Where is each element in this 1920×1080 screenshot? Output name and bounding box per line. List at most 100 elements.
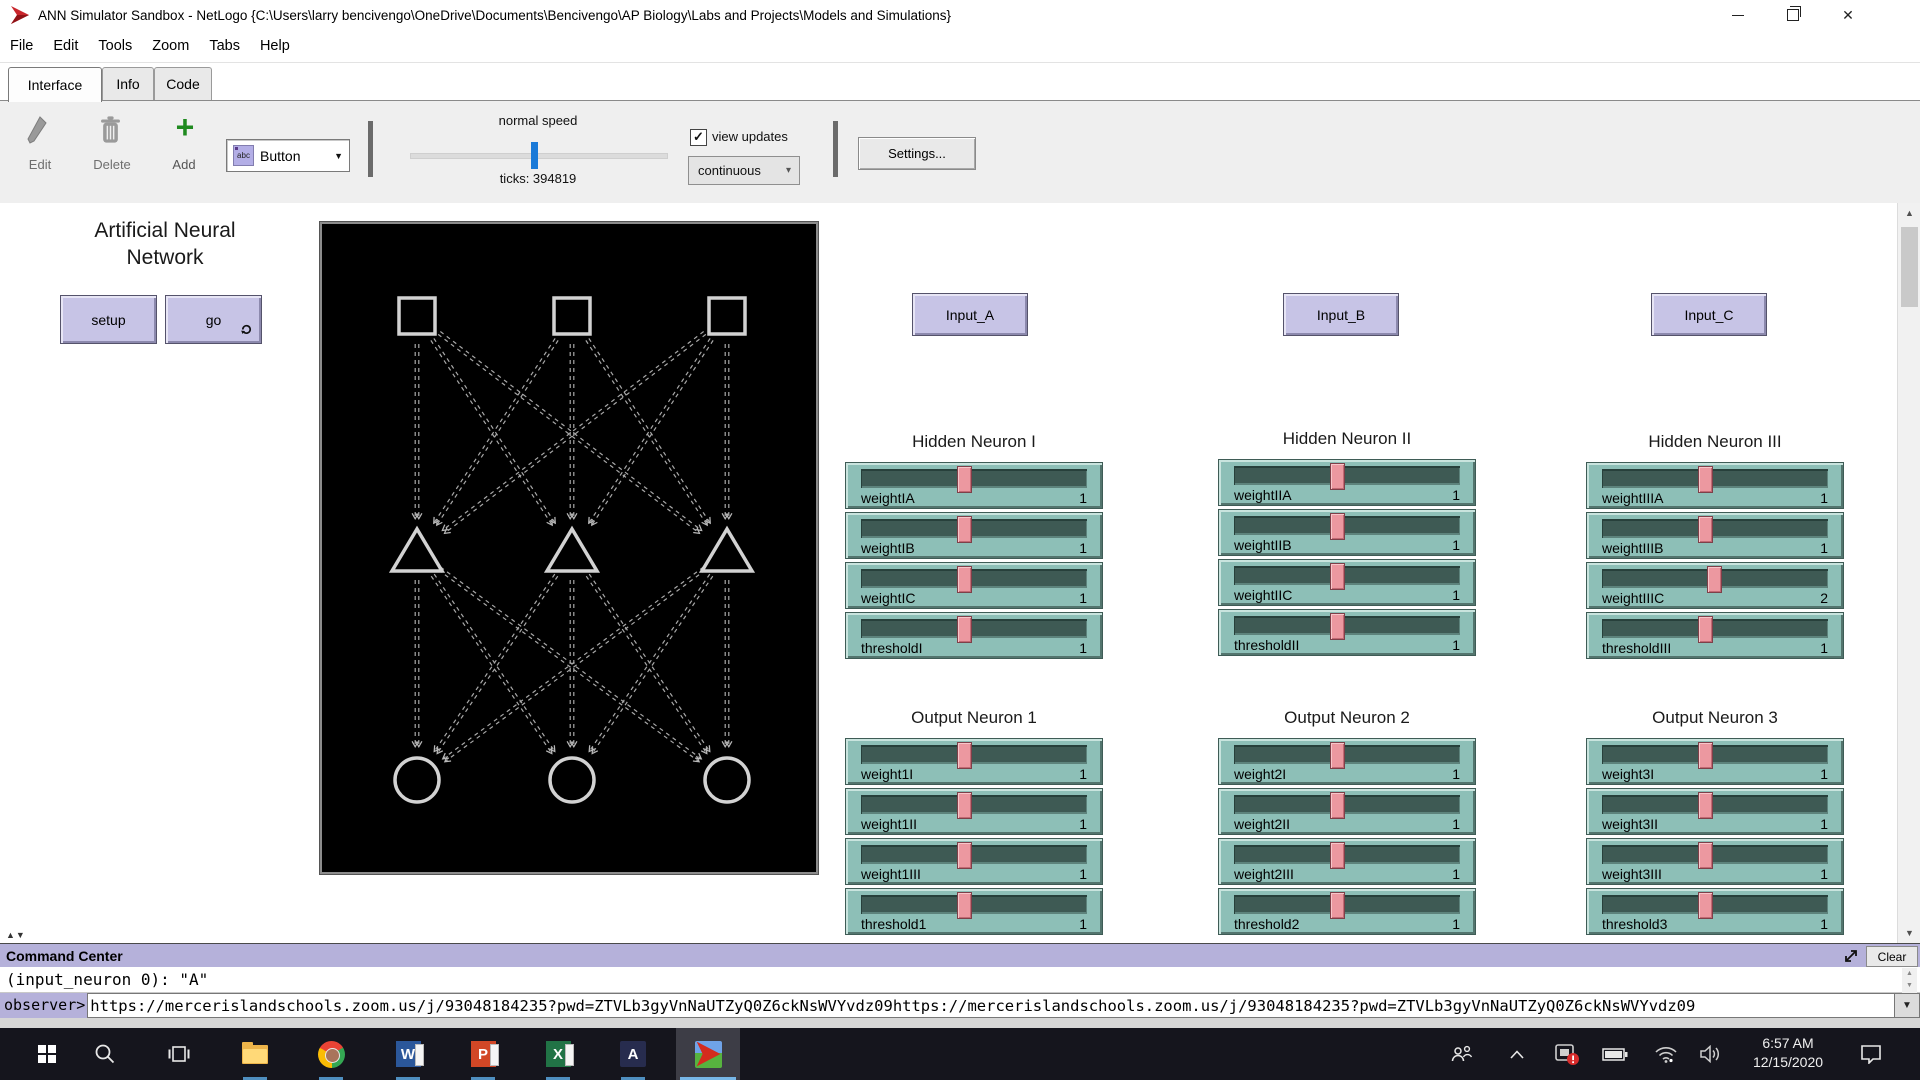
slider-track[interactable] bbox=[1234, 845, 1460, 864]
delete-button[interactable] bbox=[100, 115, 124, 151]
slider-handle[interactable] bbox=[1698, 842, 1713, 869]
slider-track[interactable] bbox=[1602, 519, 1828, 538]
slider-weight1II[interactable]: weight1II 1 bbox=[845, 788, 1103, 835]
slider-handle[interactable] bbox=[1330, 463, 1345, 490]
slider-weightIIIA[interactable]: weightIIIA 1 bbox=[1586, 462, 1844, 509]
slider-track[interactable] bbox=[1602, 795, 1828, 814]
slider-handle[interactable] bbox=[1330, 563, 1345, 590]
slider-handle[interactable] bbox=[1698, 516, 1713, 543]
delete-label[interactable]: Delete bbox=[84, 157, 140, 172]
menu-help[interactable]: Help bbox=[250, 38, 300, 54]
slider-handle[interactable] bbox=[1330, 892, 1345, 919]
slider-threshold2[interactable]: threshold2 1 bbox=[1218, 888, 1476, 935]
clear-button[interactable]: Clear bbox=[1866, 946, 1918, 967]
scroll-down-arrow[interactable]: ▼ bbox=[1898, 923, 1920, 943]
slider-weight3I[interactable]: weight3I 1 bbox=[1586, 738, 1844, 785]
slider-track[interactable] bbox=[861, 469, 1087, 488]
netlogo-taskbar-button[interactable] bbox=[690, 1036, 726, 1072]
slider-weightIIIB[interactable]: weightIIIB 1 bbox=[1586, 512, 1844, 559]
settings-button[interactable]: Settings... bbox=[858, 137, 976, 170]
scroll-up-arrow[interactable]: ▲ bbox=[1898, 203, 1920, 223]
slider-handle[interactable] bbox=[957, 516, 972, 543]
slider-track[interactable] bbox=[861, 895, 1087, 914]
go-button[interactable]: go bbox=[165, 295, 262, 344]
slider-track[interactable] bbox=[1234, 745, 1460, 764]
slider-track[interactable] bbox=[1234, 566, 1460, 585]
edit-label[interactable]: Edit bbox=[12, 157, 68, 172]
notification-tray-icon[interactable] bbox=[1552, 1036, 1582, 1072]
input-a-button[interactable]: Input_A bbox=[912, 293, 1028, 336]
slider-handle[interactable] bbox=[957, 566, 972, 593]
word-button[interactable]: W bbox=[390, 1036, 426, 1072]
menu-edit[interactable]: Edit bbox=[43, 38, 88, 54]
slider-track[interactable] bbox=[1602, 895, 1828, 914]
menu-zoom[interactable]: Zoom bbox=[142, 38, 199, 54]
slider-handle[interactable] bbox=[957, 892, 972, 919]
speed-slider-handle[interactable] bbox=[531, 142, 538, 169]
slider-handle[interactable] bbox=[1698, 892, 1713, 919]
slider-track[interactable] bbox=[1234, 795, 1460, 814]
tab-interface[interactable]: Interface bbox=[8, 67, 102, 102]
slider-handle[interactable] bbox=[1707, 566, 1722, 593]
slider-track[interactable] bbox=[1234, 516, 1460, 535]
slider-weightIC[interactable]: weightIC 1 bbox=[845, 562, 1103, 609]
powerpoint-button[interactable]: P bbox=[465, 1036, 501, 1072]
start-button[interactable] bbox=[29, 1036, 65, 1072]
slider-weightIIIC[interactable]: weightIIIC 2 bbox=[1586, 562, 1844, 609]
slider-handle[interactable] bbox=[1330, 792, 1345, 819]
slider-weightIA[interactable]: weightIA 1 bbox=[845, 462, 1103, 509]
speed-slider[interactable] bbox=[410, 153, 668, 159]
file-explorer-button[interactable] bbox=[237, 1036, 273, 1072]
slider-weight1III[interactable]: weight1III 1 bbox=[845, 838, 1103, 885]
slider-track[interactable] bbox=[1602, 845, 1828, 864]
slider-track[interactable] bbox=[861, 845, 1087, 864]
slider-track[interactable] bbox=[1234, 895, 1460, 914]
slider-handle[interactable] bbox=[1330, 613, 1345, 640]
slider-weightIIB[interactable]: weightIIB 1 bbox=[1218, 509, 1476, 556]
slider-track[interactable] bbox=[861, 619, 1087, 638]
excel-button[interactable]: X bbox=[540, 1036, 576, 1072]
output-mini-scrollbar[interactable]: ▲▼ bbox=[1902, 968, 1917, 993]
maximize-button[interactable] bbox=[1770, 0, 1816, 30]
slider-weightIIA[interactable]: weightIIA 1 bbox=[1218, 459, 1476, 506]
search-button[interactable] bbox=[87, 1036, 123, 1072]
widget-type-dropdown[interactable]: abc Button ▼ bbox=[226, 139, 350, 172]
task-view-button[interactable] bbox=[161, 1036, 197, 1072]
slider-track[interactable] bbox=[1234, 466, 1460, 485]
tray-overflow-button[interactable] bbox=[1505, 1036, 1529, 1072]
input-c-button[interactable]: Input_C bbox=[1651, 293, 1767, 336]
slider-threshold3[interactable]: threshold3 1 bbox=[1586, 888, 1844, 935]
chrome-button[interactable] bbox=[313, 1036, 349, 1072]
action-center-button[interactable] bbox=[1855, 1036, 1887, 1072]
slider-threshold1[interactable]: threshold1 1 bbox=[845, 888, 1103, 935]
slider-handle[interactable] bbox=[1330, 742, 1345, 769]
menu-tabs[interactable]: Tabs bbox=[199, 38, 250, 54]
people-tray-button[interactable] bbox=[1448, 1036, 1476, 1072]
input-b-button[interactable]: Input_B bbox=[1283, 293, 1399, 336]
slider-handle[interactable] bbox=[957, 792, 972, 819]
slider-handle[interactable] bbox=[957, 616, 972, 643]
network-tray-button[interactable] bbox=[1652, 1036, 1680, 1072]
menu-file[interactable]: File bbox=[0, 38, 43, 54]
slider-weightIB[interactable]: weightIB 1 bbox=[845, 512, 1103, 559]
slider-handle[interactable] bbox=[1330, 842, 1345, 869]
slider-weight2I[interactable]: weight2I 1 bbox=[1218, 738, 1476, 785]
slider-track[interactable] bbox=[861, 569, 1087, 588]
close-button[interactable]: ✕ bbox=[1825, 0, 1871, 30]
slider-track[interactable] bbox=[1234, 616, 1460, 635]
slider-handle[interactable] bbox=[1330, 513, 1345, 540]
slider-track[interactable] bbox=[1602, 619, 1828, 638]
slider-handle[interactable] bbox=[1698, 792, 1713, 819]
slider-track[interactable] bbox=[861, 519, 1087, 538]
slider-handle[interactable] bbox=[957, 466, 972, 493]
view-updates-checkbox[interactable]: ✓ bbox=[690, 129, 707, 146]
vertical-scrollbar[interactable]: ▲ ▼ bbox=[1897, 203, 1920, 943]
battery-tray-button[interactable] bbox=[1600, 1036, 1630, 1072]
slider-weight2III[interactable]: weight2III 1 bbox=[1218, 838, 1476, 885]
slider-track[interactable] bbox=[861, 795, 1087, 814]
tab-code[interactable]: Code bbox=[154, 67, 212, 100]
menu-tools[interactable]: Tools bbox=[88, 38, 142, 54]
expand-icon[interactable] bbox=[1842, 947, 1860, 965]
update-mode-dropdown[interactable]: continuous ▾ bbox=[688, 156, 800, 185]
acrobat-button[interactable]: A bbox=[615, 1036, 651, 1072]
